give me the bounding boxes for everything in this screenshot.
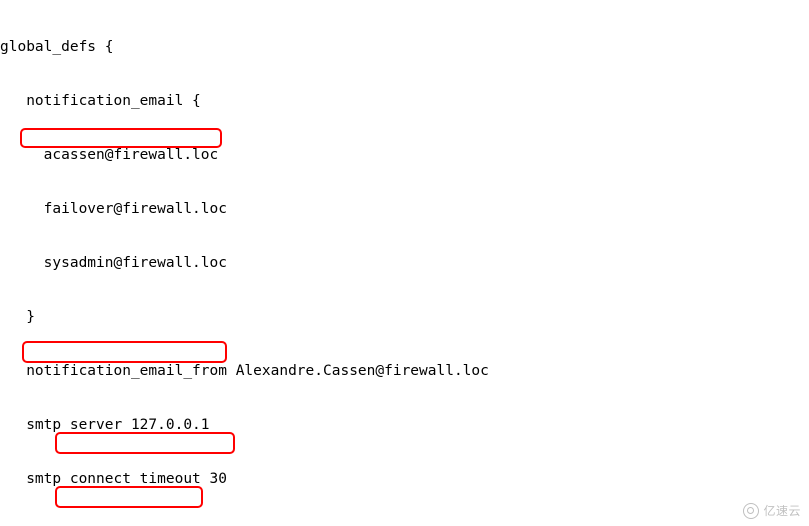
watermark-text: 亿速云 <box>763 502 801 520</box>
code-line: smtp_connect_timeout 30 <box>0 470 809 488</box>
config-code: global_defs { notification_email { acass… <box>0 0 809 526</box>
code-line: } <box>0 308 809 326</box>
code-line: sysadmin@firewall.loc <box>0 254 809 272</box>
code-line: failover@firewall.loc <box>0 200 809 218</box>
code-line: global_defs { <box>0 38 809 56</box>
watermark: 亿速云 <box>743 502 801 520</box>
code-line: smtp_server 127.0.0.1 <box>0 416 809 434</box>
code-line: acassen@firewall.loc <box>0 146 809 164</box>
cloud-icon <box>743 503 759 519</box>
code-line: notification_email_from Alexandre.Cassen… <box>0 362 809 380</box>
code-line: notification_email { <box>0 92 809 110</box>
